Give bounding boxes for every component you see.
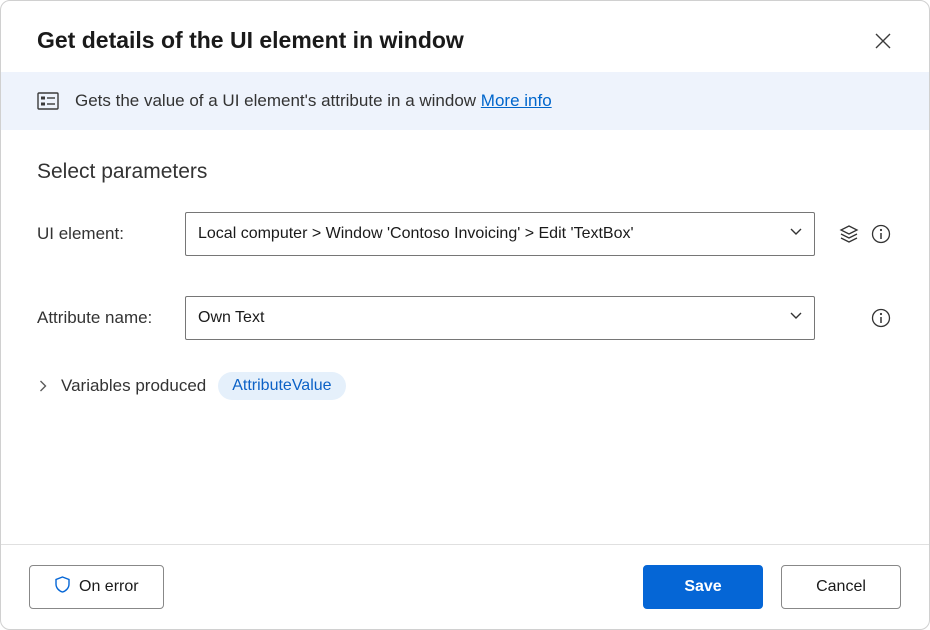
ui-element-info-button[interactable]	[869, 222, 893, 246]
ui-element-picker-button[interactable]	[837, 222, 861, 246]
close-icon	[875, 33, 891, 49]
variable-chip[interactable]: AttributeValue	[218, 372, 345, 400]
on-error-label: On error	[79, 578, 139, 596]
info-description: Gets the value of a UI element's attribu…	[75, 91, 481, 110]
more-info-link[interactable]: More info	[481, 91, 552, 110]
attribute-select[interactable]: Own Text	[185, 296, 815, 340]
info-icon	[871, 224, 891, 244]
dialog-footer: On error Save Cancel	[1, 544, 929, 629]
ui-element-select[interactable]: Local computer > Window 'Contoso Invoici…	[185, 212, 815, 256]
action-icon	[37, 90, 59, 112]
ui-element-row: UI element: Local computer > Window 'Con…	[37, 212, 893, 256]
info-banner: Gets the value of a UI element's attribu…	[1, 72, 929, 130]
chevron-right-icon	[37, 380, 49, 392]
close-button[interactable]	[871, 29, 895, 53]
variables-toggle[interactable]	[37, 380, 49, 392]
layers-icon	[839, 224, 859, 244]
variables-row: Variables produced AttributeValue	[37, 372, 893, 400]
attribute-row: Attribute name: Own Text	[37, 296, 893, 340]
dialog: Get details of the UI element in window …	[0, 0, 930, 630]
attribute-label: Attribute name:	[37, 308, 185, 328]
save-button[interactable]: Save	[643, 565, 763, 609]
shield-icon	[54, 576, 71, 598]
variables-label: Variables produced	[61, 376, 206, 396]
attribute-info-button[interactable]	[869, 306, 893, 330]
footer-actions: Save Cancel	[643, 565, 901, 609]
info-icon	[871, 308, 891, 328]
section-heading: Select parameters	[37, 160, 893, 184]
ui-element-label: UI element:	[37, 224, 185, 244]
ui-element-value: Local computer > Window 'Contoso Invoici…	[185, 212, 815, 256]
dialog-header: Get details of the UI element in window	[1, 1, 929, 72]
attribute-value: Own Text	[185, 296, 815, 340]
dialog-content: Select parameters UI element: Local comp…	[1, 130, 929, 544]
cancel-button[interactable]: Cancel	[781, 565, 901, 609]
dialog-title: Get details of the UI element in window	[37, 27, 464, 54]
info-text: Gets the value of a UI element's attribu…	[75, 91, 552, 111]
on-error-button[interactable]: On error	[29, 565, 164, 609]
